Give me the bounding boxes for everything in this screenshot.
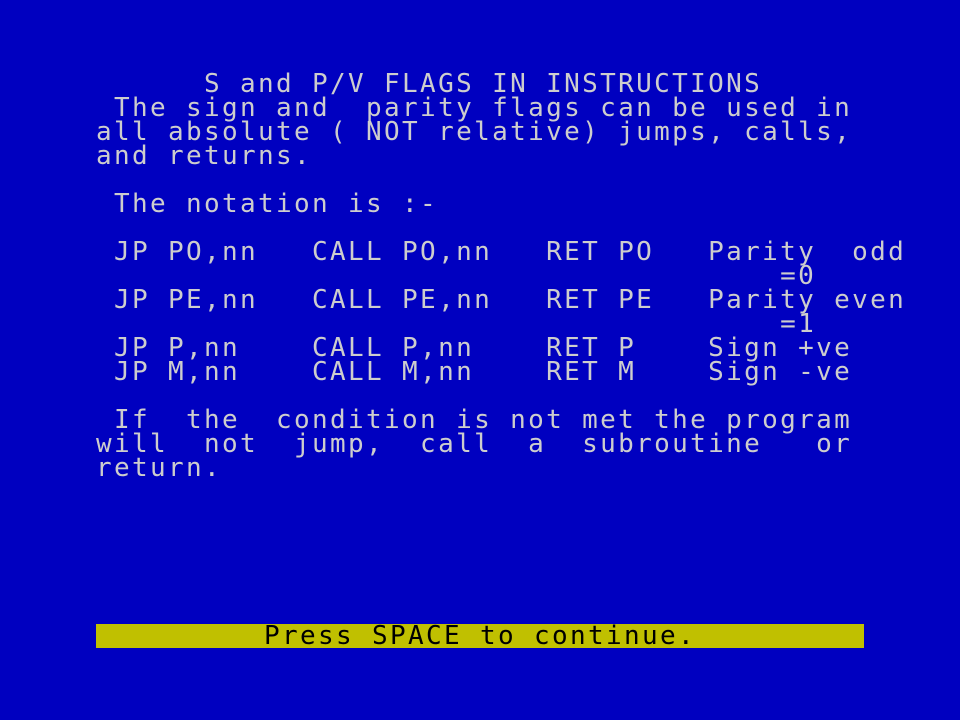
conclusion-line-3: return. [96, 453, 223, 483]
continue-prompt-bar[interactable]: Press SPACE to continue. [96, 621, 864, 651]
continue-prompt-text: Press SPACE to continue. [263, 621, 697, 651]
spectrum-screen: S and P/V FLAGS IN INSTRUCTIONS The sign… [96, 71, 904, 651]
intro-line-3: and returns. [96, 141, 313, 171]
notation-heading: The notation is :- [96, 189, 439, 219]
table-row-m: JP M,nn CALL M,nn RET M Sign -ve [96, 357, 853, 387]
